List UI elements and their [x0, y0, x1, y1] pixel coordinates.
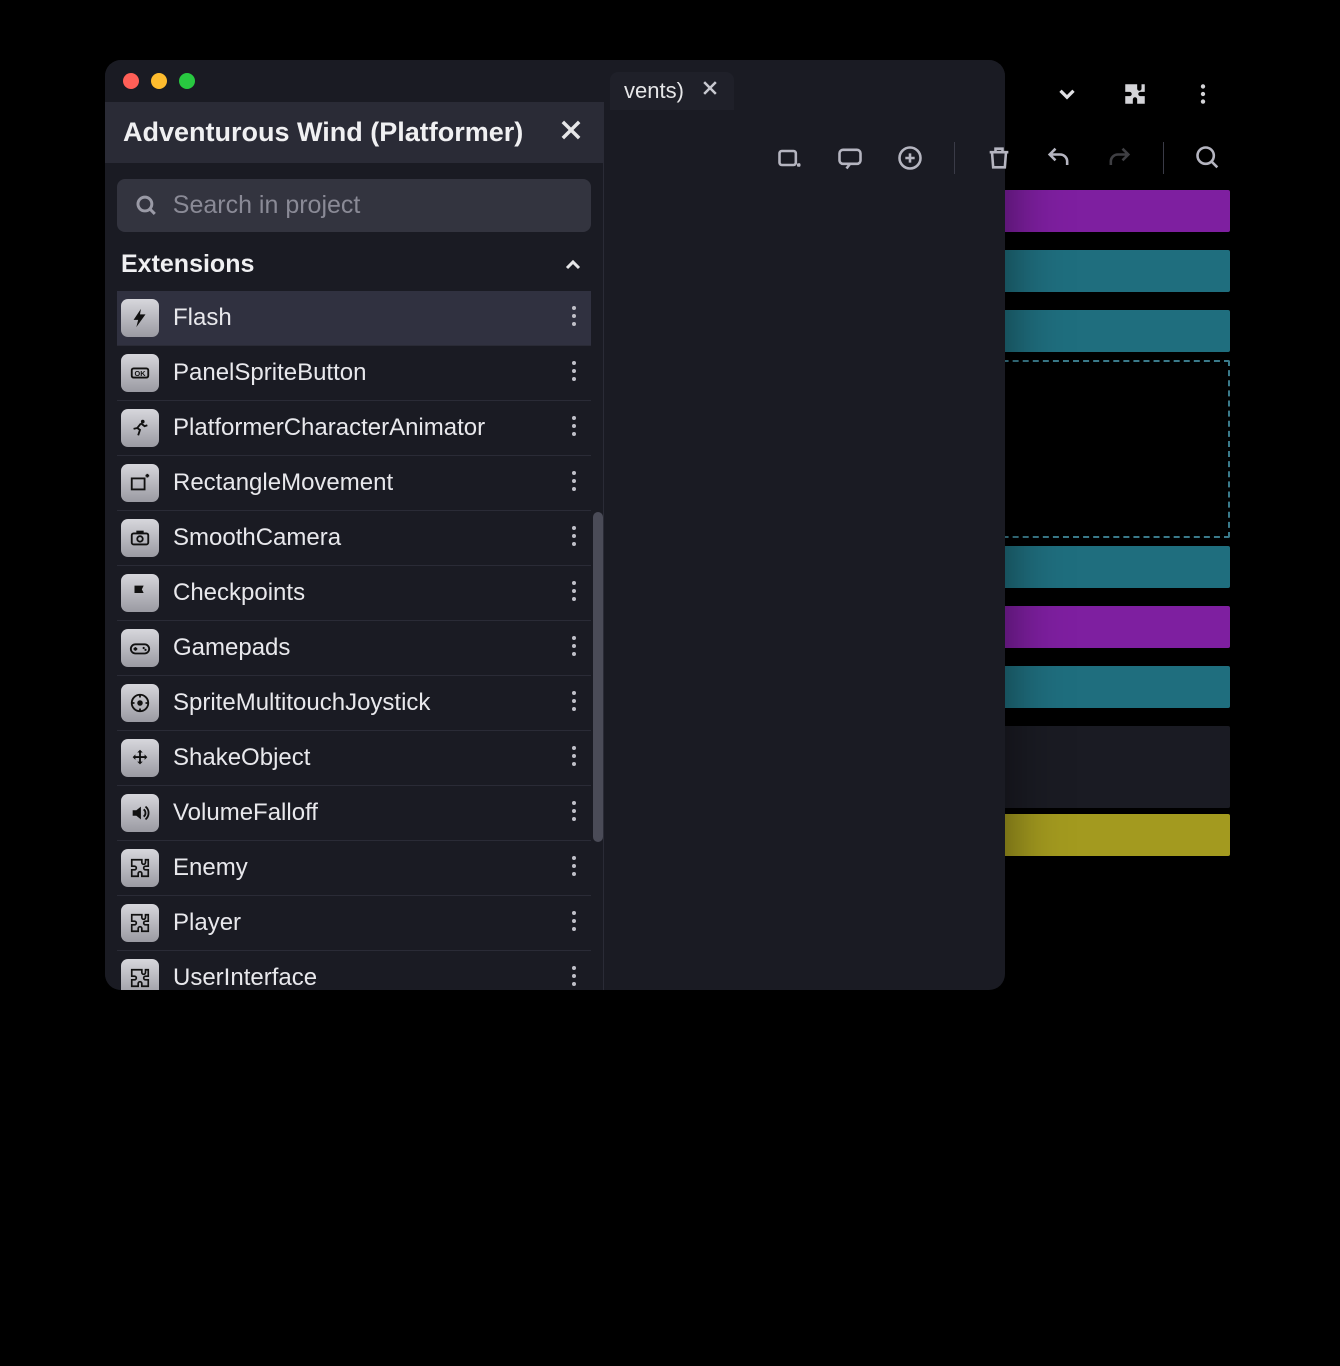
- extension-row[interactable]: VolumeFalloff: [117, 786, 591, 841]
- extension-row[interactable]: Checkpoints: [117, 566, 591, 621]
- camera-icon: [121, 519, 159, 557]
- extension-row[interactable]: Flash: [117, 291, 591, 346]
- extension-more-button[interactable]: [565, 360, 583, 387]
- extension-row[interactable]: PlatformerCharacterAnimator: [117, 401, 591, 456]
- ok-icon: [121, 354, 159, 392]
- add-event-button[interactable]: [768, 136, 812, 180]
- tab-label: vents): [624, 78, 684, 104]
- tab-close-button[interactable]: [700, 78, 720, 104]
- project-title: Adventurous Wind (Platformer): [123, 117, 523, 148]
- rectplus-icon: [121, 464, 159, 502]
- extension-label: Gamepads: [173, 634, 551, 662]
- extension-row[interactable]: ShakeObject: [117, 731, 591, 786]
- puzzle-icon: [1122, 81, 1148, 107]
- extension-more-button[interactable]: [565, 690, 583, 717]
- bolt-icon: [121, 299, 159, 337]
- flag-icon: [121, 574, 159, 612]
- project-panel: Adventurous Wind (Platformer) Extensions…: [105, 102, 604, 990]
- search-field[interactable]: [117, 179, 591, 232]
- comment-icon: [836, 144, 864, 172]
- extension-row[interactable]: RectangleMovement: [117, 456, 591, 511]
- extension-more-button[interactable]: [565, 910, 583, 937]
- add-button[interactable]: [888, 136, 932, 180]
- chevron-down-icon: [1054, 81, 1080, 107]
- redo-button[interactable]: [1097, 136, 1141, 180]
- puzzle-icon: [121, 849, 159, 887]
- events-toolbar: [768, 130, 1230, 186]
- add-comment-button[interactable]: [828, 136, 872, 180]
- joystick-icon: [121, 684, 159, 722]
- extension-label: SmoothCamera: [173, 524, 551, 552]
- project-panel-header: Adventurous Wind (Platformer): [105, 102, 603, 163]
- extensions-list: Flash PanelSpriteButton PlatformerCharac…: [117, 291, 591, 990]
- window-titlebar: [105, 60, 1005, 102]
- extension-label: Player: [173, 909, 551, 937]
- trash-icon: [985, 144, 1013, 172]
- window-minimize-button[interactable]: [151, 73, 167, 89]
- extension-more-button[interactable]: [565, 415, 583, 442]
- extension-more-button[interactable]: [565, 305, 583, 332]
- extension-label: Checkpoints: [173, 579, 551, 607]
- search-icon: [135, 193, 159, 219]
- tab-events[interactable]: vents): [610, 72, 734, 110]
- extension-more-button[interactable]: [565, 470, 583, 497]
- undo-icon: [1045, 144, 1073, 172]
- plus-circle-icon: [896, 144, 924, 172]
- extension-label: PlatformerCharacterAnimator: [173, 414, 551, 442]
- window-traffic-lights: [123, 73, 195, 89]
- undo-button[interactable]: [1037, 136, 1081, 180]
- extension-label: RectangleMovement: [173, 469, 551, 497]
- extension-row[interactable]: Gamepads: [117, 621, 591, 676]
- chevron-up-icon: [561, 253, 585, 277]
- app-window: Adventurous Wind (Platformer) Extensions…: [105, 60, 1005, 990]
- close-panel-button[interactable]: [557, 116, 585, 149]
- extension-more-button[interactable]: [565, 855, 583, 882]
- extension-label: Enemy: [173, 854, 551, 882]
- close-icon: [700, 78, 720, 98]
- delete-button[interactable]: [977, 136, 1021, 180]
- titlebar-actions: [1045, 72, 1225, 116]
- puzzle-icon: [121, 959, 159, 990]
- search-input[interactable]: [173, 191, 573, 220]
- extension-label: SpriteMultitouchJoystick: [173, 689, 551, 717]
- extension-row[interactable]: SmoothCamera: [117, 511, 591, 566]
- window-close-button[interactable]: [123, 73, 139, 89]
- extension-row[interactable]: Player: [117, 896, 591, 951]
- panel-scrollbar[interactable]: [593, 512, 603, 842]
- kebab-icon: [1190, 81, 1216, 107]
- extension-more-button[interactable]: [565, 635, 583, 662]
- extension-label: UserInterface: [173, 964, 551, 990]
- extension-label: Flash: [173, 304, 551, 332]
- extension-more-button[interactable]: [565, 745, 583, 772]
- extension-more-button[interactable]: [565, 580, 583, 607]
- search-events-button[interactable]: [1186, 136, 1230, 180]
- close-icon: [557, 116, 585, 144]
- extension-row[interactable]: UserInterface: [117, 951, 591, 990]
- redo-icon: [1105, 144, 1133, 172]
- extension-label: ShakeObject: [173, 744, 551, 772]
- runner-icon: [121, 409, 159, 447]
- section-label: Extensions: [121, 250, 254, 279]
- gamepad-icon: [121, 629, 159, 667]
- extension-more-button[interactable]: [565, 965, 583, 991]
- extensions-button[interactable]: [1113, 72, 1157, 116]
- extension-row[interactable]: SpriteMultitouchJoystick: [117, 676, 591, 731]
- more-menu-button[interactable]: [1181, 72, 1225, 116]
- tabs-dropdown-button[interactable]: [1045, 72, 1089, 116]
- extension-label: VolumeFalloff: [173, 799, 551, 827]
- add-event-icon: [776, 144, 804, 172]
- extension-more-button[interactable]: [565, 800, 583, 827]
- window-fullscreen-button[interactable]: [179, 73, 195, 89]
- puzzle-icon: [121, 904, 159, 942]
- tab-strip: vents): [610, 72, 734, 110]
- extension-row[interactable]: Enemy: [117, 841, 591, 896]
- extension-label: PanelSpriteButton: [173, 359, 551, 387]
- move-icon: [121, 739, 159, 777]
- search-icon: [1194, 144, 1222, 172]
- extension-more-button[interactable]: [565, 525, 583, 552]
- section-header-extensions[interactable]: Extensions: [117, 232, 591, 291]
- extension-row[interactable]: PanelSpriteButton: [117, 346, 591, 401]
- volume-icon: [121, 794, 159, 832]
